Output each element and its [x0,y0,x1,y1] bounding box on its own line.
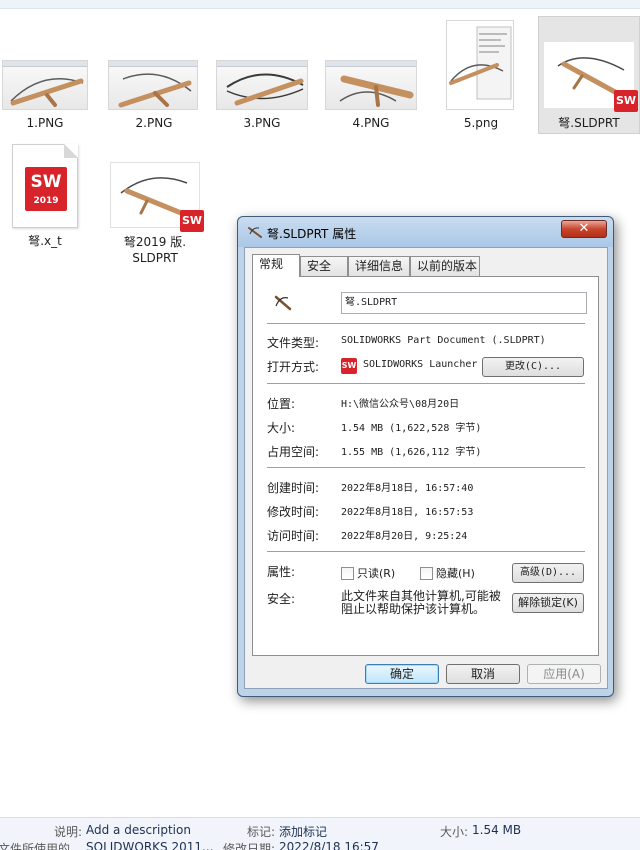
file-item[interactable]: 3.PNG [214,57,310,133]
advanced-button[interactable]: 高级(D)... [512,563,584,583]
document-icon: SW 2019 [12,144,78,228]
separator [267,383,585,384]
crossbow-thumbnail-icon [118,73,192,108]
file-name-line1: 弩2019 版. [123,235,187,249]
modified-value: 2022/8/18 16:57 [279,840,379,850]
size-key: 大小: [440,825,469,839]
size-value: 1.54 MB [472,823,522,837]
size-label: 大小: [267,421,296,435]
file-name: 弩.x_t [28,234,62,248]
file-item-selected[interactable]: SW 弩.SLDPRT [538,16,640,134]
details-pane: 说明: Add a description 标记: 添加标记 大小: 1.54 … [0,817,640,850]
solidworks-badge-icon: SW [614,90,638,112]
modified-key: 修改日期: [223,842,276,850]
solidworks-2019-icon: SW 2019 [25,167,67,211]
program-value: SOLIDWORKS 2011... [86,840,214,850]
file-item[interactable]: 5.png [440,16,522,134]
opens-with-label: 打开方式: [267,360,320,374]
file-name: 2.PNG [135,116,173,130]
file-name-line2: SLDPRT [132,251,178,265]
file-thumbnail [325,60,417,110]
solidworks-launcher-icon: SW [341,358,357,374]
file-name-input[interactable]: 弩.SLDPRT [341,292,587,314]
readonly-label[interactable]: 只读(R) [357,565,395,581]
security-label: 安全: [267,592,296,606]
accessed-label: 访问时间: [267,529,320,543]
file-name: 弩.SLDPRT [558,116,620,130]
change-button[interactable]: 更改(C)... [482,357,584,377]
file-type-label: 文件类型: [267,336,320,350]
modified-label: 修改时间: [267,505,320,519]
crossbow-file-icon [274,295,292,311]
accessed-value: 2022年8月20日, 9:25:24 [341,531,468,542]
attributes-label: 属性: [267,565,296,579]
general-tab-panel: 弩.SLDPRT 文件类型: SOLIDWORKS Part Document … [252,276,599,656]
sw-badge-year: 2019 [33,196,59,206]
tags-key: 标记: [247,825,276,839]
dialog-titlebar[interactable]: 弩.SLDPRT 属性 ✕ [238,217,613,247]
cancel-button[interactable]: 取消 [446,664,520,684]
file-item[interactable]: 2.PNG [106,57,202,133]
screenshot-thumbnail-icon [449,26,512,100]
file-name: 5.png [463,116,499,130]
program-key: 文件所使用的... [0,842,82,850]
created-label: 创建时间: [267,481,320,495]
file-item[interactable]: SW 2019 弩.x_t [6,140,84,252]
crossbow-thumbnail-icon [339,75,414,107]
file-name: 1.PNG [26,116,64,130]
readonly-checkbox[interactable] [341,567,354,580]
solidworks-badge-icon: SW [180,210,204,232]
ok-button[interactable]: 确定 [365,664,439,684]
tab-previous-versions[interactable]: 以前的版本 [410,256,480,276]
tab-security[interactable]: 安全 [300,256,348,276]
location-label: 位置: [267,397,296,411]
file-thumbnail [2,60,88,110]
tab-general[interactable]: 常规 [252,254,300,277]
hidden-checkbox[interactable] [420,567,433,580]
apply-button[interactable]: 应用(A) [527,664,601,684]
file-type-value: SOLIDWORKS Part Document (.SLDPRT) [341,335,546,346]
location-value: H:\微信公众号\08月20日 [341,399,460,410]
crossbow-thumbnail-icon [226,73,304,106]
unblock-button[interactable]: 解除锁定(K) [512,593,584,613]
dialog-body: 常规 安全 详细信息 以前的版本 弩.SLDPRT 文件类型: SOLIDWOR… [244,247,608,689]
size-value: 1.54 MB (1,622,528 字节) [341,423,482,434]
dialog-title: 弩.SLDPRT 属性 [267,227,357,241]
modified-value: 2022年8月18日, 16:57:53 [341,507,474,518]
file-item[interactable]: SW 弩2019 版. SLDPRT [106,158,204,270]
description-value[interactable]: Add a description [86,823,191,837]
opens-with-value: SOLIDWORKS Launcher [363,359,478,370]
separator [267,467,585,468]
file-thumbnail [446,20,514,110]
file-name: 3.PNG [243,116,281,130]
size-on-disk-value: 1.55 MB (1,626,112 字节) [341,447,482,458]
description-key: 说明: [54,825,83,839]
separator [267,551,585,552]
separator [267,323,585,324]
file-item[interactable]: 4.PNG [323,57,419,133]
size-on-disk-label: 占用空间: [267,445,320,459]
file-thumbnail [216,60,308,110]
tab-details[interactable]: 详细信息 [348,256,410,276]
sw-badge-text: SW [30,172,62,192]
properties-dialog: 弩.SLDPRT 属性 ✕ 常规 安全 详细信息 以前的版本 弩.SLDPRT … [237,216,614,697]
security-warning-text: 此文件来自其他计算机,可能被阻止以帮助保护该计算机。 [341,589,501,616]
created-value: 2022年8月18日, 16:57:40 [341,483,474,494]
file-name: 4.PNG [352,116,390,130]
hidden-label[interactable]: 隐藏(H) [436,565,475,581]
crossbow-file-icon [248,227,262,238]
tags-value[interactable]: 添加标记 [279,823,327,840]
crossbow-thumbnail-icon [10,77,84,107]
file-item[interactable]: 1.PNG [0,57,92,133]
close-button[interactable]: ✕ [561,220,607,238]
explorer-top-strip [0,0,640,9]
file-thumbnail [108,60,198,110]
